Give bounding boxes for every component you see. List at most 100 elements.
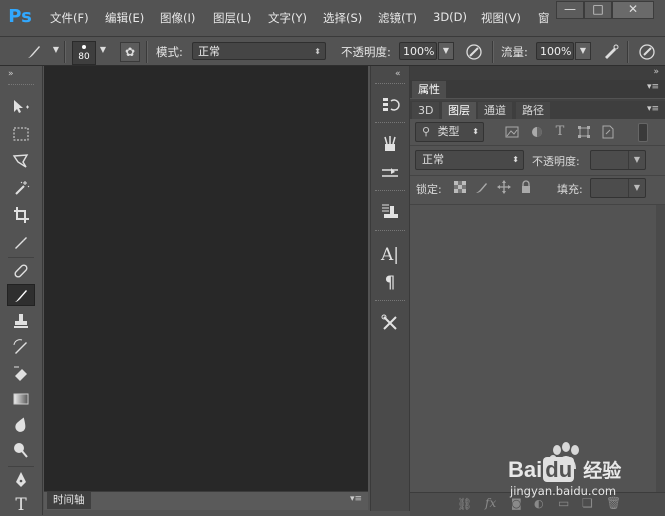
minimize-button[interactable]: — xyxy=(556,1,584,19)
type-tool-icon[interactable]: T xyxy=(7,494,35,516)
maximize-button[interactable]: □ xyxy=(584,1,612,19)
expand-icon[interactable]: « xyxy=(395,69,401,79)
panel-grip[interactable] xyxy=(8,84,34,88)
lasso-tool-icon[interactable] xyxy=(7,150,35,172)
watermark-cn: 经验 xyxy=(583,461,622,482)
filter-adjustment-icon[interactable] xyxy=(529,125,545,141)
link-layers-icon[interactable]: ⛓ xyxy=(457,497,472,511)
brush-size-picker[interactable]: 80 xyxy=(72,41,96,65)
lock-image-pixels-icon[interactable] xyxy=(473,181,489,197)
chevron-updown-icon: ⬍ xyxy=(472,127,479,136)
flow-dropdown-icon[interactable]: ▼ xyxy=(575,42,591,60)
panel-grip[interactable] xyxy=(375,230,405,234)
panel-menu-icon[interactable]: ▾≡ xyxy=(647,104,659,114)
menu-type[interactable]: 文字(Y) xyxy=(268,10,307,28)
history-brush-tool-icon[interactable] xyxy=(7,336,35,358)
menu-select[interactable]: 选择(S) xyxy=(323,10,362,28)
eyedropper-tool-icon[interactable] xyxy=(7,231,35,253)
divider xyxy=(146,41,148,63)
gradient-tool-icon[interactable] xyxy=(7,388,35,410)
filter-shape-icon[interactable] xyxy=(576,125,592,141)
pen-tool-icon[interactable] xyxy=(7,469,35,491)
panel-menu-icon[interactable]: ▾≡ xyxy=(350,494,362,504)
panel-menu-icon[interactable]: ▾≡ xyxy=(647,82,659,92)
crop-tool-icon[interactable] xyxy=(7,204,35,226)
tab-3d[interactable]: 3D xyxy=(412,102,440,119)
lock-all-icon[interactable] xyxy=(518,180,534,196)
divider xyxy=(492,41,494,63)
divider xyxy=(410,175,665,176)
brush-tool-preset-icon[interactable] xyxy=(24,42,44,62)
pressure-size-icon[interactable] xyxy=(637,42,657,62)
panel-grip[interactable] xyxy=(375,300,405,304)
move-tool-icon[interactable] xyxy=(7,96,35,118)
properties-tabbar xyxy=(410,80,665,98)
brush-presets-panel-icon[interactable] xyxy=(377,133,403,155)
panel-grip[interactable] xyxy=(375,122,405,126)
lock-transparent-pixels-icon[interactable] xyxy=(452,181,468,197)
filter-smart-object-icon[interactable] xyxy=(600,125,616,141)
character-panel-icon[interactable]: A| xyxy=(377,244,403,266)
blur-tool-icon[interactable] xyxy=(7,414,35,436)
opacity-dropdown-icon[interactable]: ▼ xyxy=(438,42,454,60)
magic-wand-tool-icon[interactable] xyxy=(7,177,35,199)
menu-file[interactable]: 文件(F) xyxy=(50,10,89,28)
divider xyxy=(8,466,34,467)
panel-grip[interactable] xyxy=(375,83,405,87)
panel-grip[interactable] xyxy=(375,190,405,194)
filter-toggle-switch[interactable] xyxy=(638,123,648,142)
brush-panel-icon[interactable] xyxy=(377,162,403,184)
panel-dock-strip: « A| ¶ xyxy=(370,66,410,511)
dodge-tool-icon[interactable] xyxy=(7,440,35,462)
tool-presets-panel-icon[interactable] xyxy=(377,200,403,222)
menu-3d[interactable]: 3D(D) xyxy=(433,10,467,28)
blend-mode-select[interactable]: 正常 ⬍ xyxy=(192,42,326,60)
layer-blend-mode-select[interactable]: 正常 ⬍ xyxy=(415,150,524,170)
tools-crossed-panel-icon[interactable] xyxy=(377,312,403,334)
tab-layers[interactable]: 图层 xyxy=(442,102,476,119)
lock-position-icon[interactable] xyxy=(496,180,512,196)
menu-image[interactable]: 图像(I) xyxy=(160,10,195,28)
layer-style-icon[interactable]: fx xyxy=(485,496,496,510)
airbrush-icon[interactable] xyxy=(601,42,621,62)
opacity-input[interactable]: 100% xyxy=(399,42,437,60)
layer-filter-select[interactable]: ⚲ 类型 ⬍ xyxy=(415,122,484,142)
brush-picker-dropdown-icon[interactable]: ▼ xyxy=(95,42,111,60)
watermark-url: jingyan.baidu.com xyxy=(510,484,617,498)
menu-edit[interactable]: 编辑(E) xyxy=(105,10,144,28)
tab-channels[interactable]: 通道 xyxy=(478,102,512,119)
divider xyxy=(8,257,34,258)
menu-window[interactable]: 窗 xyxy=(538,10,550,28)
menu-filter[interactable]: 滤镜(T) xyxy=(378,10,417,28)
fill-label: 填充: xyxy=(557,183,583,196)
pressure-opacity-icon[interactable] xyxy=(464,42,484,62)
filter-pixel-icon[interactable] xyxy=(504,125,520,141)
tab-paths[interactable]: 路径 xyxy=(516,102,550,119)
tab-properties[interactable]: 属性 xyxy=(412,81,446,98)
eraser-tool-icon[interactable] xyxy=(7,362,35,384)
paragraph-panel-icon[interactable]: ¶ xyxy=(377,272,403,294)
brush-tool-icon[interactable] xyxy=(7,284,35,306)
healing-brush-tool-icon[interactable] xyxy=(7,260,35,282)
history-panel-icon[interactable] xyxy=(377,93,403,115)
marquee-tool-icon[interactable] xyxy=(7,123,35,145)
tool-preset-dropdown-icon[interactable]: ▼ xyxy=(48,42,64,60)
clone-stamp-tool-icon[interactable] xyxy=(7,310,35,332)
layer-opacity-input[interactable]: ▼ xyxy=(590,150,646,170)
search-icon: ⚲ xyxy=(422,125,431,138)
tools-panel: » T xyxy=(0,66,43,515)
filter-type-icon[interactable]: T xyxy=(552,124,568,140)
collapse-icon[interactable]: » xyxy=(653,67,659,77)
layer-fill-input[interactable]: ▼ xyxy=(590,178,646,198)
layer-opacity-label: 不透明度: xyxy=(532,155,580,168)
divider xyxy=(627,41,629,63)
menu-layer[interactable]: 图层(L) xyxy=(213,10,251,28)
flow-input[interactable]: 100% xyxy=(536,42,574,60)
timeline-panel-bar: ▾≡ xyxy=(44,491,368,510)
collapse-icon[interactable]: » xyxy=(8,69,14,79)
document-canvas-area[interactable] xyxy=(44,66,368,491)
brush-panel-toggle-icon[interactable]: ✿ xyxy=(120,42,140,62)
close-button[interactable]: ✕ xyxy=(612,1,654,19)
timeline-tab[interactable]: 时间轴 xyxy=(47,492,91,509)
menu-view[interactable]: 视图(V) xyxy=(481,10,521,28)
